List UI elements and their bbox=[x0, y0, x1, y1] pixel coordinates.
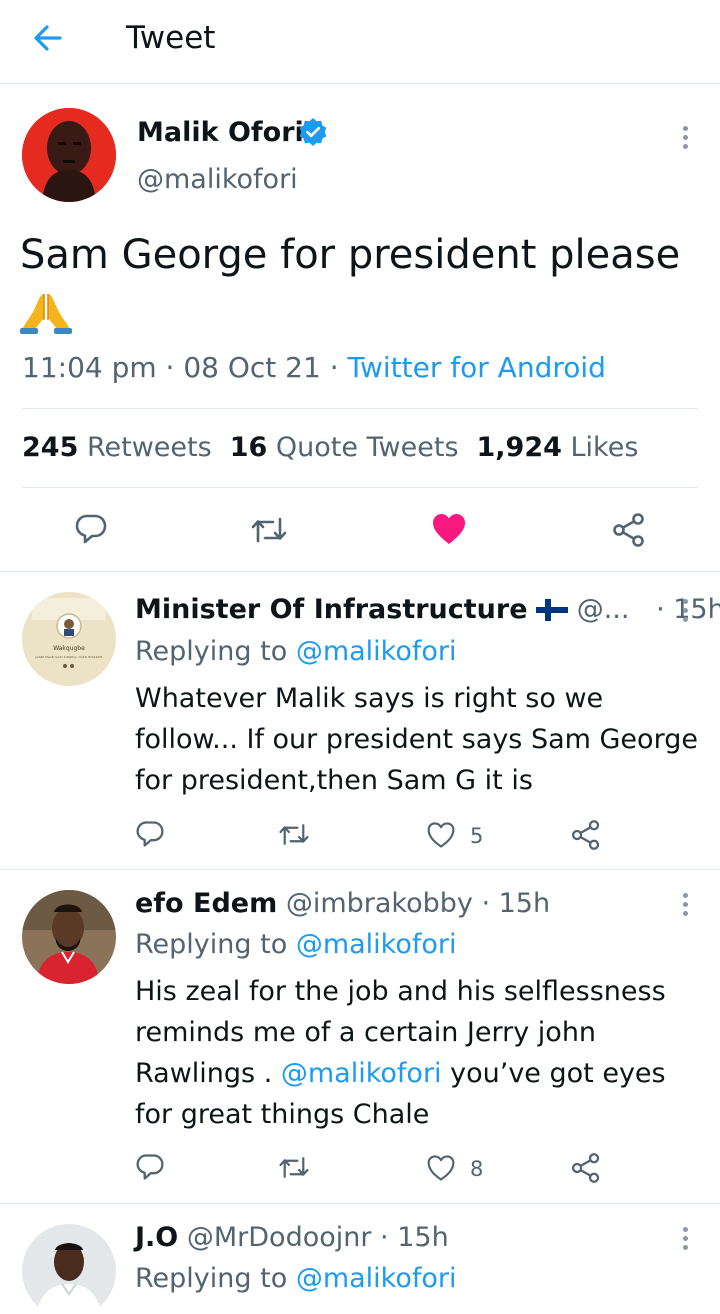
tweet-detail-screen: Tweet Malik Ofori @malikofori Sam George… bbox=[0, 0, 720, 1314]
divider bbox=[0, 571, 720, 572]
replying-to-label: Replying to bbox=[135, 1263, 288, 1294]
praying-hands-emoji bbox=[20, 290, 72, 334]
more-icon[interactable] bbox=[679, 124, 691, 154]
reply-author-name[interactable]: J.O bbox=[135, 1222, 178, 1253]
top-bar: Tweet bbox=[0, 0, 720, 84]
page-title: Tweet bbox=[126, 20, 216, 56]
tweet-stats: 245 Retweets 16 Quote Tweets 1,924 Likes bbox=[22, 430, 638, 466]
reply-text: Whatever Malik says is right so we follo… bbox=[135, 683, 698, 796]
more-icon[interactable] bbox=[679, 891, 691, 921]
reply-avatar[interactable] bbox=[22, 890, 116, 984]
replying-to-mention[interactable]: @malikofori bbox=[296, 929, 457, 960]
reply-header: J.O @MrDodoojnr · 15h bbox=[135, 1222, 449, 1253]
tweet-meta: 11:04 pm · 08 Oct 21 · Twitter for Andro… bbox=[22, 351, 606, 384]
like-count: 5 bbox=[470, 824, 484, 848]
retweets-stat[interactable]: 245 Retweets bbox=[22, 432, 212, 463]
replying-to-label: Replying to bbox=[135, 929, 288, 960]
finland-flag-icon bbox=[536, 595, 569, 621]
divider bbox=[22, 408, 698, 409]
likes-stat[interactable]: 1,924 Likes bbox=[477, 432, 639, 463]
reply-avatar[interactable]: Wakqugbe (whitt hhsslt ivodu bdtsitto) ·… bbox=[22, 592, 116, 686]
share-icon[interactable] bbox=[570, 819, 602, 855]
reply-handle[interactable]: @... bbox=[577, 594, 630, 625]
author-name[interactable]: Malik Ofori bbox=[137, 115, 304, 151]
avatar-caption-text: (whitt hhsslt ivodu bdtsitto) ·rhdidi lf… bbox=[35, 655, 103, 659]
back-arrow-icon[interactable] bbox=[28, 18, 68, 58]
like-icon[interactable] bbox=[426, 821, 456, 853]
divider bbox=[22, 487, 698, 488]
reply-icon[interactable] bbox=[135, 1152, 165, 1186]
heart-icon[interactable] bbox=[431, 512, 467, 550]
share-icon[interactable] bbox=[611, 512, 647, 552]
verified-badge-icon bbox=[298, 117, 328, 147]
retweet-icon[interactable] bbox=[277, 1154, 311, 1185]
like-icon[interactable] bbox=[426, 1154, 456, 1186]
reply-icon[interactable] bbox=[74, 512, 108, 550]
retweets-label: Retweets bbox=[86, 432, 212, 463]
retweets-count: 245 bbox=[22, 432, 79, 463]
like-count: 8 bbox=[470, 1157, 484, 1181]
avatar-title-text: Wakqugbe bbox=[53, 645, 85, 652]
replying-to-mention[interactable]: @malikofori bbox=[296, 1263, 457, 1294]
reply-handle[interactable]: @imbrakobby bbox=[286, 888, 473, 919]
tweet-time: 11:04 pm bbox=[22, 351, 157, 384]
more-icon[interactable] bbox=[679, 597, 691, 627]
reply-header: Minister Of Infrastructure @... · 15h bbox=[135, 592, 720, 628]
divider bbox=[0, 869, 720, 870]
likes-label: Likes bbox=[570, 432, 639, 463]
reply-header: efo Edem @imbrakobby · 15h bbox=[135, 888, 551, 919]
author-handle[interactable]: @malikofori bbox=[137, 162, 298, 198]
share-icon[interactable] bbox=[570, 1152, 602, 1188]
tweet-source-link[interactable]: Twitter for Android bbox=[348, 351, 606, 384]
replying-to: Replying to @malikofori bbox=[135, 634, 456, 670]
reply-text-mention[interactable]: @malikofori bbox=[281, 1058, 442, 1089]
reply-time: 15h bbox=[498, 888, 551, 919]
reply-author-name[interactable]: Minister Of Infrastructure bbox=[135, 594, 528, 625]
quotes-label: Quote Tweets bbox=[275, 432, 459, 463]
reply-avatar[interactable] bbox=[22, 1224, 116, 1314]
quotes-count: 16 bbox=[229, 432, 268, 463]
retweet-icon[interactable] bbox=[277, 821, 311, 852]
retweet-icon[interactable] bbox=[249, 514, 289, 550]
tweet-text: Sam George for president please bbox=[20, 232, 681, 278]
reply-author-name[interactable]: efo Edem bbox=[135, 888, 277, 919]
divider bbox=[0, 1203, 720, 1204]
replying-to-label: Replying to bbox=[135, 636, 288, 667]
reply-time: 15h bbox=[397, 1222, 449, 1253]
reply-text: His zeal for the job and his selflessnes… bbox=[135, 971, 707, 1135]
reply-handle[interactable]: @MrDodoojnr bbox=[187, 1222, 372, 1253]
quotes-stat[interactable]: 16 Quote Tweets bbox=[230, 432, 459, 463]
author-avatar[interactable] bbox=[22, 108, 116, 202]
tweet-date: 08 Oct 21 bbox=[183, 351, 321, 384]
replying-to: Replying to @malikofori bbox=[135, 1261, 456, 1297]
likes-count: 1,924 bbox=[476, 432, 562, 463]
replying-to: Replying to @malikofori bbox=[135, 927, 456, 963]
more-icon[interactable] bbox=[679, 1225, 691, 1255]
replying-to-mention[interactable]: @malikofori bbox=[296, 636, 457, 667]
reply-icon[interactable] bbox=[135, 819, 165, 853]
